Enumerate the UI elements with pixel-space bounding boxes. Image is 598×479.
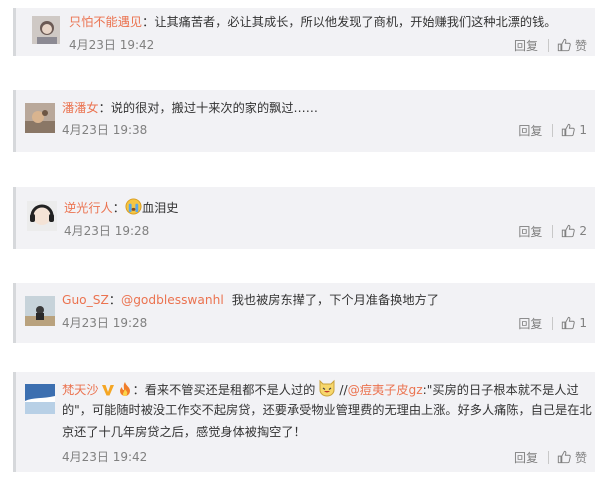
comment-actions: 回复 赞 [514, 448, 587, 466]
comment-username[interactable]: 逆光行人 [64, 201, 113, 215]
comment-text: 让其痛苦者，必让其成长，所以他发现了商机，开始赚我们这种北漂的钱。 [154, 15, 557, 29]
like-count: 1 [579, 316, 587, 330]
comment-separator: ： [108, 293, 121, 307]
comment-separator: ： [112, 201, 125, 215]
comment-mention[interactable]: @痘夷子皮gz [348, 383, 423, 397]
like-button[interactable]: 赞 [557, 37, 587, 54]
thumbs-up-icon [562, 123, 576, 137]
comment-actions: 回复 1 [518, 121, 587, 139]
crying-face-emoji [125, 198, 142, 215]
like-button[interactable]: 2 [561, 224, 587, 238]
comment-actions: 回复 赞 [514, 36, 587, 54]
comment-text: 说的很对，搬过十来次的家的飘过…… [110, 101, 318, 115]
comment-line: Guo_SZ：@godblesswanhl 我也被房东撵了，下个月准备换地方了 [62, 290, 439, 310]
grinning-cat-emoji [319, 379, 335, 397]
comment-separator: ： [98, 101, 111, 115]
comment-actions: 回复 1 [518, 314, 587, 332]
comment-text-line: 京还了十几年房贷之后，感觉身体被掏空了！ [62, 425, 306, 439]
comment-text: 我也被房东撵了，下个月准备换地方了 [231, 293, 439, 307]
divider [552, 224, 554, 238]
comment-timestamp[interactable]: 4月23日 19:42 [69, 37, 154, 53]
avatar[interactable] [32, 16, 60, 44]
reply-button[interactable]: 回复 [514, 37, 538, 54]
divider [547, 450, 549, 464]
divider [552, 123, 554, 137]
thumbs-up-icon [557, 38, 571, 52]
comment-card: 只怕不能遇见：让其痛苦者，必让其成长，所以他发现了商机，开始赚我们这种北漂的钱。… [13, 8, 595, 56]
comment-username[interactable]: 潘潘女 [62, 101, 99, 115]
thumbs-up-icon [557, 450, 571, 464]
like-count: 1 [579, 123, 587, 137]
comment-separator: ： [142, 15, 155, 29]
comment-username[interactable]: Guo_SZ [62, 293, 109, 307]
comment-text: 看来不管买还是租都不是人过的 [144, 383, 316, 397]
divider [547, 38, 549, 52]
comment-line: 梵天沙 ：看来不管买还是租都不是人过的 //@痘夷子皮gz:"买房的日子根本就不是人… [62, 378, 579, 400]
comment-card: Guo_SZ：@godblesswanhl 我也被房东撵了，下个月准备换地方了 4… [13, 283, 595, 343]
comment-timestamp[interactable]: 4月23日 19:38 [62, 122, 147, 138]
avatar[interactable] [27, 201, 57, 231]
comment-card: 梵天沙 ：看来不管买还是租都不是人过的 //@痘夷子皮gz:"买房的日子根本就不是人… [13, 372, 595, 472]
reply-button[interactable]: 回复 [518, 223, 542, 240]
like-count: 2 [579, 224, 587, 238]
comment-username[interactable]: 只怕不能遇见 [69, 15, 142, 29]
comment-text: 血泪史 [141, 201, 179, 215]
comment-text: :"买房的日子根本就不是人过 [422, 383, 579, 397]
like-button[interactable]: 赞 [557, 449, 587, 466]
like-button[interactable]: 1 [561, 316, 587, 330]
comment-username[interactable]: 梵天沙 [62, 383, 99, 397]
comment-timestamp[interactable]: 4月23日 19:28 [64, 223, 149, 239]
comment-line: 只怕不能遇见：让其痛苦者，必让其成长，所以他发现了商机，开始赚我们这种北漂的钱。 [69, 12, 557, 32]
comment-actions: 回复 2 [518, 222, 587, 240]
divider [552, 316, 554, 330]
thumbs-up-icon [562, 316, 576, 330]
comment-card: 潘潘女：说的很对，搬过十来次的家的飘过…… 4月23日 19:38 回复 1 [13, 90, 595, 152]
like-button[interactable]: 1 [561, 123, 587, 137]
comment-line: 逆光行人： 血泪史 [64, 198, 179, 218]
reply-button[interactable]: 回复 [514, 449, 538, 466]
like-label: 赞 [574, 450, 587, 465]
comment-text-line: 的"，可能随时被没工作交不起房贷，还要承受物业管理费的无理由上涨。好多人痛陈，自… [62, 403, 592, 417]
reply-button[interactable]: 回复 [518, 122, 542, 139]
comment-separator: ： [132, 383, 145, 397]
avatar[interactable] [25, 103, 55, 133]
comment-line: 潘潘女：说的很对，搬过十来次的家的飘过…… [62, 98, 318, 118]
comment-mention[interactable]: @godblesswanhl [121, 293, 224, 307]
comment-card: 逆光行人： 血泪史 4月23日 19:28 回复 2 [13, 187, 595, 249]
thumbs-up-icon [562, 224, 576, 238]
avatar[interactable] [25, 296, 55, 326]
reply-button[interactable]: 回复 [518, 315, 542, 332]
comment-timestamp[interactable]: 4月23日 19:28 [62, 315, 147, 331]
verified-v-badge [101, 385, 114, 396]
like-label: 赞 [574, 38, 587, 53]
repost-marker: // [339, 383, 348, 397]
comment-timestamp[interactable]: 4月23日 19:42 [62, 449, 147, 465]
avatar[interactable] [25, 384, 55, 414]
fire-emoji [119, 382, 130, 396]
